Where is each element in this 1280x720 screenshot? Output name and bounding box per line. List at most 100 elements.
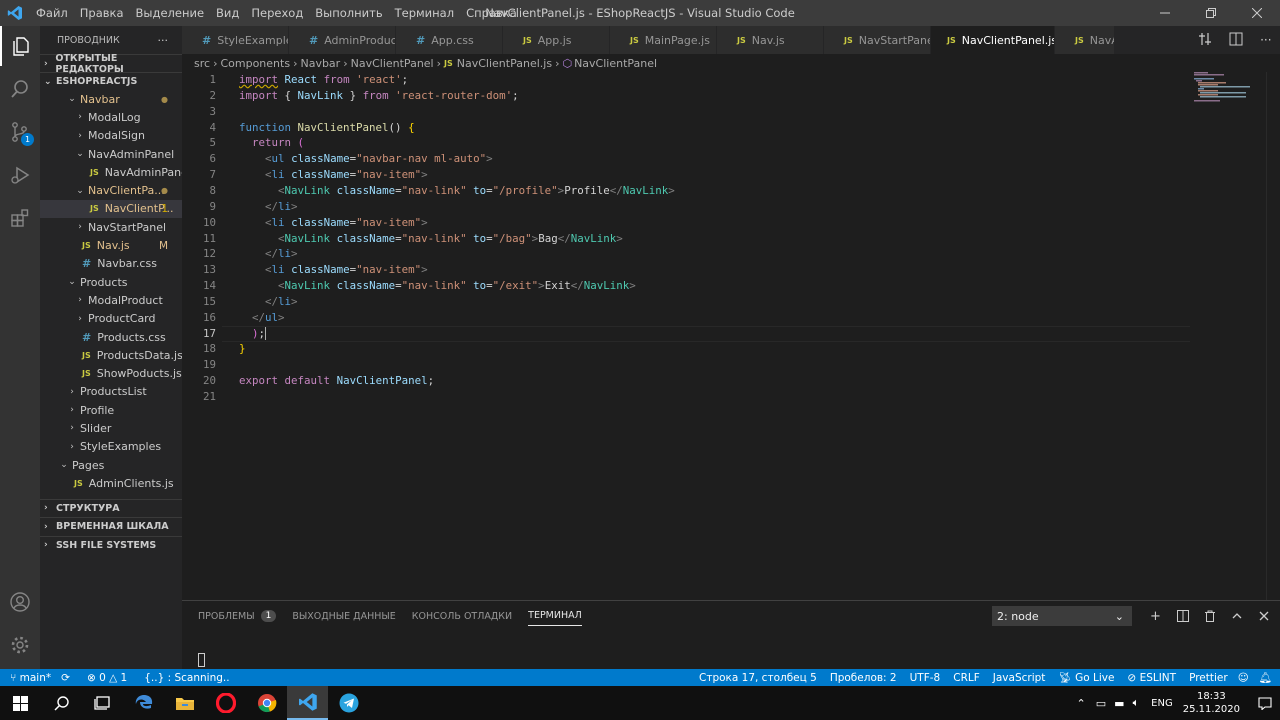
close-panel-icon[interactable] [1250,606,1277,626]
panel-tab-debug-console[interactable]: КОНСОЛЬ ОТЛАДКИ [412,601,512,631]
tab-navstartpanel-js[interactable]: JS NavStartPanel.js [824,26,931,54]
tab-adminproducts-css[interactable]: # AdminProducts.css [289,26,396,54]
split-editor-icon[interactable] [1229,32,1243,49]
tree-item[interactable]: › NavStartPanel [40,218,182,236]
menu-item[interactable]: Терминал [389,0,460,26]
maximize-panel-icon[interactable] [1223,606,1250,626]
run-debug-icon[interactable] [0,155,40,195]
tree-item[interactable]: › Slider [40,419,182,437]
sync-icon[interactable]: ⟳ [56,672,75,684]
tree-item[interactable]: › ProductsList [40,383,182,401]
tree-item[interactable]: JS ProductsData.js [40,346,182,364]
menu-item[interactable]: Файл [30,0,74,26]
notification-center-icon[interactable] [1250,696,1280,710]
minimize-button[interactable] [1142,0,1188,26]
tree-item[interactable]: ⌄ NavAdminPanel [40,145,182,163]
problems-indicator[interactable]: ⊗ 0 △ 1 [75,672,132,684]
tree-item[interactable]: JS Nav.js M [40,236,182,254]
tree-item[interactable]: JS ShowPoducts.js [40,364,182,382]
breadcrumb-item[interactable]: src [194,57,210,70]
tree-item[interactable]: ⌄ NavClientPa... ● [40,181,182,199]
restore-button[interactable] [1188,0,1234,26]
notifications-icon[interactable]: 🔔︎ [1254,671,1280,684]
chrome-icon[interactable] [246,686,287,720]
panel-tab-problems[interactable]: ПРОБЛЕМЫ 1 [198,601,277,631]
opera-icon[interactable] [205,686,246,720]
edge-icon[interactable] [123,686,164,720]
tree-item[interactable]: JS NavAdminPanel.js [40,163,182,181]
battery-icon[interactable]: ▬ [1114,697,1124,710]
breadcrumb-item[interactable]: NavClientPanel.js [457,57,552,70]
tab-styleexamples-css[interactable]: # StyleExamples.css [182,26,289,54]
search-icon[interactable] [41,686,82,720]
encoding[interactable]: UTF-8 [902,672,946,684]
breadcrumb-item[interactable]: NavClientPanel [351,57,434,70]
explorer-icon[interactable] [0,26,40,66]
tree-item[interactable]: › Profile [40,401,182,419]
indentation[interactable]: Пробелов: 2 [822,672,902,684]
tree-item[interactable]: ⌄ Pages [40,456,182,474]
volume-icon[interactable]: 🔈︎ [1133,696,1140,710]
sidebar-section[interactable]: › СТРУКТУРА [40,498,182,518]
tree-item[interactable]: ⌄ Products [40,273,182,291]
settings-gear-icon[interactable] [0,625,40,665]
tree-item[interactable]: # Navbar.css [40,255,182,273]
cursor-position[interactable]: Строка 17, столбец 5 [694,672,822,684]
tab-app-css[interactable]: # App.css [396,26,503,54]
new-terminal-icon[interactable]: + [1142,606,1169,626]
panel-tab-output[interactable]: ВЫХОДНЫЕ ДАННЫЕ [292,601,395,631]
search-icon[interactable] [0,69,40,109]
panel-tab-terminal[interactable]: ТЕРМИНАЛ [528,606,582,626]
project-section[interactable]: ⌄ ESHOPREACTJS [40,72,182,90]
breadcrumb-item[interactable]: Components [220,57,290,70]
breadcrumb-item[interactable]: Navbar [300,57,340,70]
tree-item[interactable]: › ModalSign [40,127,182,145]
menu-item[interactable]: Правка [74,0,130,26]
tree-item[interactable]: JS AdminClients.js [40,474,182,492]
menu-item[interactable]: Справка [460,0,523,26]
menu-item[interactable]: Переход [245,0,309,26]
windows-start-icon[interactable] [0,686,41,720]
tree-item[interactable]: › ModalProduct [40,291,182,309]
language-mode[interactable]: JavaScript [985,672,1051,684]
editor-scrollbar[interactable] [1266,72,1280,600]
terminal-select[interactable]: 2: node ⌄ [992,606,1132,626]
tree-item[interactable]: # Products.css [40,328,182,346]
breadcrumb-item[interactable]: NavClientPanel [574,57,657,70]
account-icon[interactable] [0,582,40,622]
tree-item[interactable]: ⌄ Navbar ● [40,90,182,108]
telegram-icon[interactable] [328,686,369,720]
tab-nav-js[interactable]: JS Nav.js [717,26,824,54]
open-changes-icon[interactable] [1198,32,1212,49]
menu-item[interactable]: Вид [210,0,245,26]
tab-mainpage-js[interactable]: JS MainPage.js [610,26,717,54]
branch-indicator[interactable]: ⑂ main* [0,672,56,684]
tree-item[interactable]: › ProductCard [40,310,182,328]
go-live-button[interactable]: 📡︎ Go Live [1050,671,1119,684]
sidebar-section[interactable]: › SSH FILE SYSTEMS [40,535,182,555]
tab-app-js[interactable]: JS App.js [503,26,610,54]
end-of-line[interactable]: CRLF [945,672,985,684]
more-actions-icon[interactable]: ··· [1260,33,1271,47]
input-language[interactable]: ENG [1151,698,1173,709]
code-editor[interactable]: 1 import React from 'react'; 2 import { Nav… [182,72,1280,600]
split-terminal-icon[interactable] [1169,606,1196,626]
file-explorer-icon[interactable] [164,686,205,720]
more-actions-icon[interactable]: ··· [158,34,169,47]
eslint-status[interactable]: ⊘ ESLINT [1119,672,1181,684]
clock[interactable]: 18:33 25.11.2020 [1183,690,1240,716]
feedback-icon[interactable]: ☺ [1233,672,1254,684]
tree-item[interactable]: › StyleExamples [40,438,182,456]
sidebar-section[interactable]: › ВРЕМЕННАЯ ШКАЛА [40,517,182,536]
open-editors-section[interactable]: › ОТКРЫТЫЕ РЕДАКТОРЫ [40,53,182,75]
show-hidden-icons[interactable]: ⌃ [1077,697,1086,710]
prettier-status[interactable]: Prettier [1181,672,1233,684]
close-button[interactable] [1234,0,1280,26]
network-icon[interactable]: ▭ [1096,697,1106,710]
tree-item[interactable]: › ModalLog [40,108,182,126]
menu-item[interactable]: Выделение [130,0,211,26]
trash-icon[interactable] [1196,606,1223,626]
tab-navclientpanel-js[interactable]: JSNavClientPanel.js× [931,26,1055,54]
tree-item[interactable]: JS NavClientP... 1 [40,199,182,219]
task-view-icon[interactable] [82,686,123,720]
